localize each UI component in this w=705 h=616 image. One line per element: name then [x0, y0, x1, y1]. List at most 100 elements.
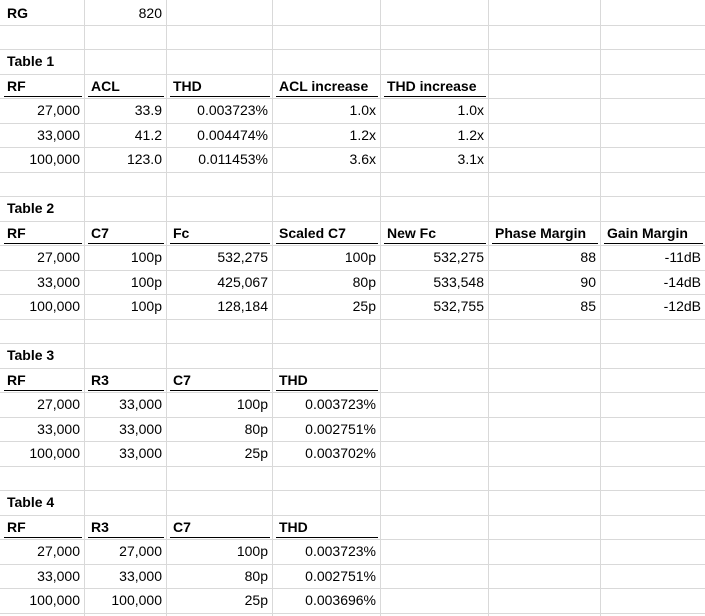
rg-value[interactable]: 820	[84, 2, 166, 24]
table-cell[interactable]: 80p	[166, 418, 272, 440]
column-header[interactable]: Gain Margin	[600, 222, 705, 244]
header-underline	[4, 390, 82, 391]
table-cell[interactable]: 25p	[272, 295, 380, 317]
column-header[interactable]: THD	[272, 516, 380, 538]
header-underline	[492, 243, 598, 244]
table-cell[interactable]: 100,000	[0, 442, 84, 464]
table-cell[interactable]: 41.2	[84, 124, 166, 146]
column-header[interactable]: C7	[166, 516, 272, 538]
table-cell[interactable]: 532,275	[166, 246, 272, 268]
column-header[interactable]: Phase Margin	[488, 222, 600, 244]
column-header[interactable]: THD	[272, 369, 380, 391]
table-cell[interactable]: 1.0x	[272, 99, 380, 121]
header-underline	[4, 537, 82, 538]
table-cell[interactable]: 33,000	[0, 565, 84, 587]
table-cell[interactable]: 33,000	[0, 271, 84, 293]
table-cell[interactable]: 100,000	[0, 589, 84, 611]
header-underline	[4, 243, 82, 244]
table-cell[interactable]: 0.003723%	[272, 393, 380, 415]
table-title[interactable]: Table 2	[0, 197, 84, 219]
column-header[interactable]: ACL	[84, 75, 166, 97]
grid-row-line	[0, 49, 705, 50]
table-cell[interactable]: 27,000	[0, 246, 84, 268]
table-title[interactable]: Table 3	[0, 344, 84, 366]
table-cell[interactable]: 0.003723%	[166, 99, 272, 121]
table-cell[interactable]: 33.9	[84, 99, 166, 121]
header-underline	[170, 96, 270, 97]
table-cell[interactable]: 27,000	[0, 393, 84, 415]
table-cell[interactable]: 27,000	[0, 99, 84, 121]
column-header[interactable]: R3	[84, 369, 166, 391]
table-cell[interactable]: 33,000	[84, 393, 166, 415]
table-cell[interactable]: 0.003702%	[272, 442, 380, 464]
table-cell[interactable]: 25p	[166, 589, 272, 611]
grid-row-line	[0, 172, 705, 173]
table-cell[interactable]: -11dB	[600, 246, 705, 268]
column-header[interactable]: RF	[0, 222, 84, 244]
column-header[interactable]: C7	[166, 369, 272, 391]
column-header[interactable]: THD increase	[380, 75, 488, 97]
table-cell[interactable]: 425,067	[166, 271, 272, 293]
table-cell[interactable]: 0.004474%	[166, 124, 272, 146]
table-cell[interactable]: 100p	[84, 295, 166, 317]
column-header[interactable]: RF	[0, 516, 84, 538]
table-cell[interactable]: 100p	[84, 246, 166, 268]
table-cell[interactable]: 123.0	[84, 148, 166, 170]
column-header[interactable]: RF	[0, 369, 84, 391]
header-underline	[4, 96, 82, 97]
column-header[interactable]: R3	[84, 516, 166, 538]
column-header[interactable]: ACL increase	[272, 75, 380, 97]
rg-label[interactable]: RG	[0, 2, 84, 24]
table-cell[interactable]: -14dB	[600, 271, 705, 293]
header-underline	[604, 243, 703, 244]
table-cell[interactable]: 100,000	[0, 148, 84, 170]
table-cell[interactable]: 33,000	[0, 124, 84, 146]
table-title[interactable]: Table 1	[0, 50, 84, 72]
column-header[interactable]: C7	[84, 222, 166, 244]
table-cell[interactable]: 532,755	[380, 295, 488, 317]
column-header[interactable]: Scaled C7	[272, 222, 380, 244]
table-cell[interactable]: 3.6x	[272, 148, 380, 170]
table-cell[interactable]: 85	[488, 295, 600, 317]
table-cell[interactable]: 1.2x	[272, 124, 380, 146]
column-header[interactable]: New Fc	[380, 222, 488, 244]
table-cell[interactable]: 1.2x	[380, 124, 488, 146]
table-cell[interactable]: 0.003723%	[272, 540, 380, 562]
table-cell[interactable]: 0.002751%	[272, 418, 380, 440]
table-cell[interactable]: 100p	[84, 271, 166, 293]
table-cell[interactable]: 100p	[272, 246, 380, 268]
table-cell[interactable]: 25p	[166, 442, 272, 464]
table-cell[interactable]: 27,000	[84, 540, 166, 562]
table-cell[interactable]: 533,548	[380, 271, 488, 293]
table-title[interactable]: Table 4	[0, 491, 84, 513]
table-cell[interactable]: 0.011453%	[166, 148, 272, 170]
table-cell[interactable]: 33,000	[84, 565, 166, 587]
table-cell[interactable]: 90	[488, 271, 600, 293]
table-cell[interactable]: 33,000	[0, 418, 84, 440]
table-cell[interactable]: 80p	[272, 271, 380, 293]
header-underline	[276, 96, 378, 97]
table-cell[interactable]: 33,000	[84, 442, 166, 464]
table-cell[interactable]: 0.002751%	[272, 565, 380, 587]
table-cell[interactable]: 0.003696%	[272, 589, 380, 611]
table-cell[interactable]: 100p	[166, 540, 272, 562]
table-cell[interactable]: 532,275	[380, 246, 488, 268]
table-cell[interactable]: 3.1x	[380, 148, 488, 170]
table-cell[interactable]: 100p	[166, 393, 272, 415]
column-header[interactable]: RF	[0, 75, 84, 97]
column-header[interactable]: THD	[166, 75, 272, 97]
table-cell[interactable]: 88	[488, 246, 600, 268]
header-underline	[384, 96, 486, 97]
table-cell[interactable]: 100,000	[0, 295, 84, 317]
table-cell[interactable]: 100,000	[84, 589, 166, 611]
table-cell[interactable]: 80p	[166, 565, 272, 587]
header-underline	[88, 537, 164, 538]
table-cell[interactable]: -12dB	[600, 295, 705, 317]
table-cell[interactable]: 1.0x	[380, 99, 488, 121]
table-cell[interactable]: 27,000	[0, 540, 84, 562]
grid-row-line	[0, 613, 705, 614]
table-cell[interactable]: 128,184	[166, 295, 272, 317]
header-underline	[88, 390, 164, 391]
table-cell[interactable]: 33,000	[84, 418, 166, 440]
column-header[interactable]: Fc	[166, 222, 272, 244]
